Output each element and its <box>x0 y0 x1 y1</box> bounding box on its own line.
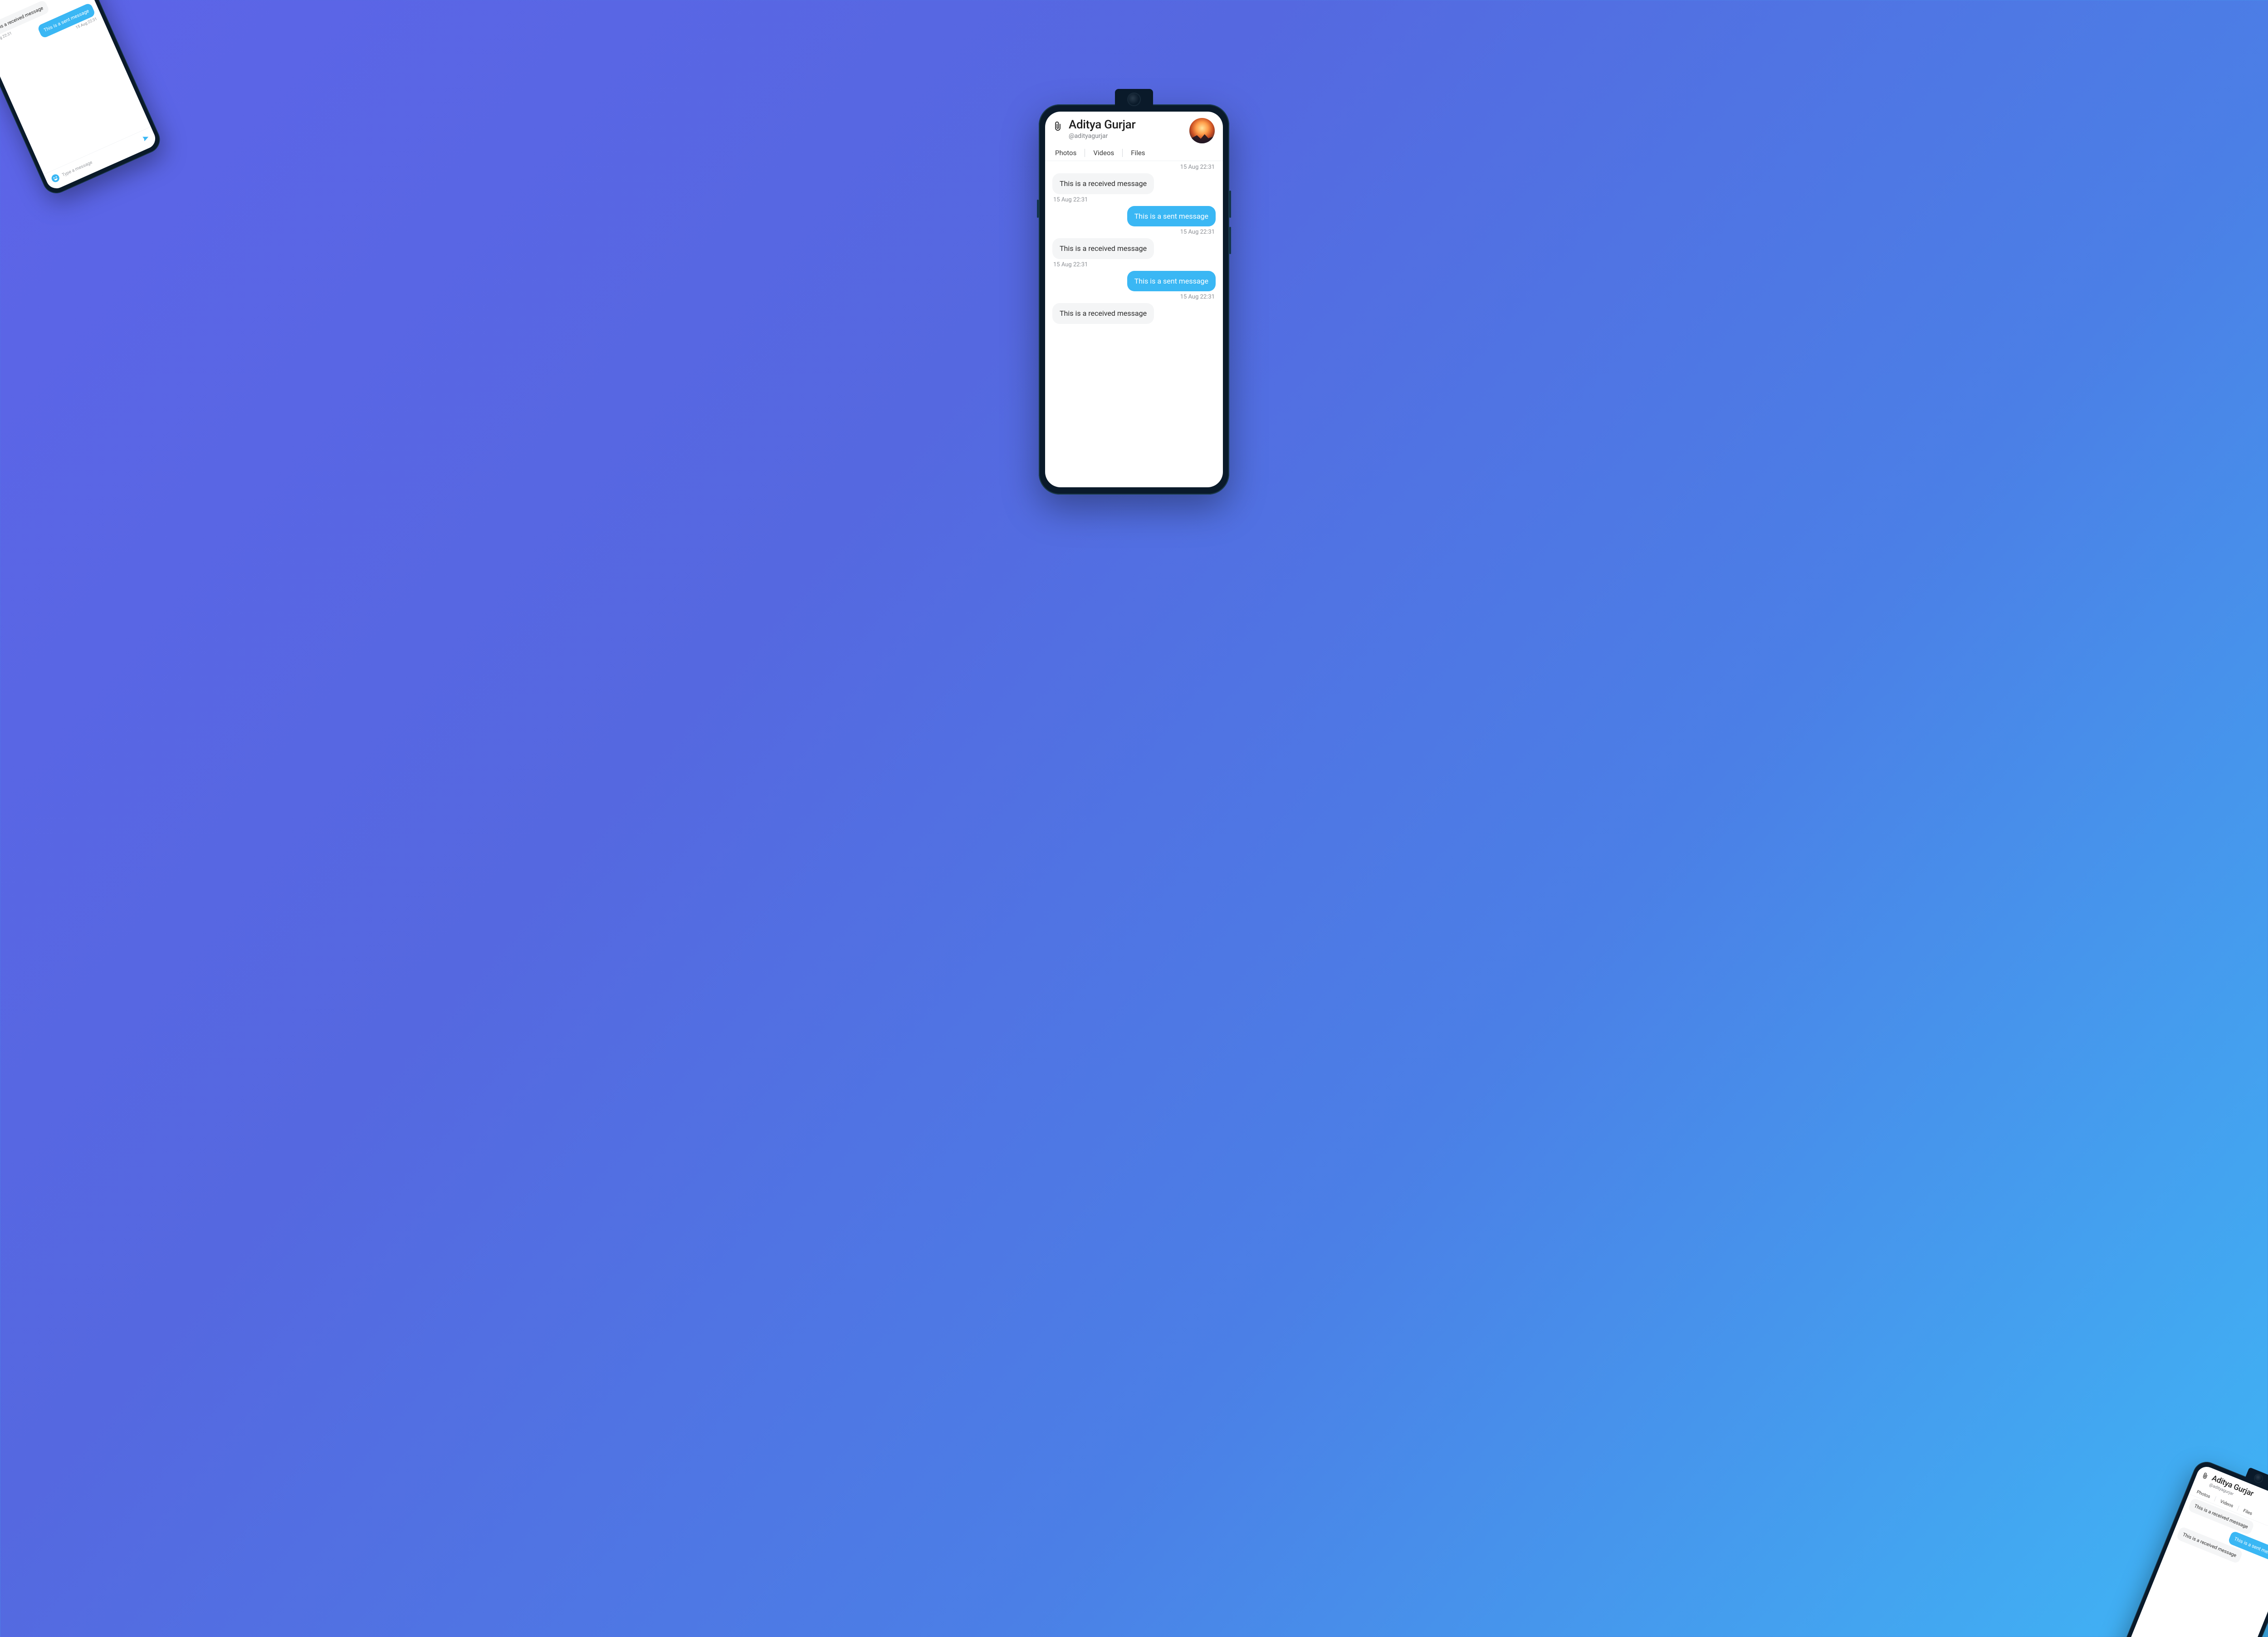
message-timestamp: 15 Aug 22:31 <box>1053 196 1088 203</box>
tab-separator <box>1122 149 1123 157</box>
chat-header: Aditya Gurjar @adityagurjar Photos Video… <box>1045 112 1223 161</box>
phone-left: This is a sent message15 Aug 22:31This i… <box>0 0 164 198</box>
message-timestamp: 15 Aug 22:31 <box>1180 229 1215 235</box>
emoji-icon[interactable] <box>50 173 61 183</box>
tab-separator <box>2237 1505 2239 1510</box>
phone-screen: This is a sent message15 Aug 22:31This i… <box>0 0 158 191</box>
tab-files[interactable]: Files <box>1129 149 1147 157</box>
message-bubble[interactable]: This is a received message <box>1052 303 1154 324</box>
phone-right: Aditya Gurjar @adityagurjar Photos Video… <box>2102 1458 2268 1637</box>
message-bubble[interactable]: This is a received message <box>1052 173 1154 194</box>
phone-screen: Aditya Gurjar @adityagurjar Photos Video… <box>2108 1464 2268 1637</box>
phone-screen: Aditya Gurjar @adityagurjar Photos Video… <box>1045 112 1223 487</box>
message-bubble[interactable]: This is a sent message <box>1127 206 1216 227</box>
message-received: This is a received message <box>1052 303 1154 324</box>
send-icon[interactable] <box>141 133 151 142</box>
avatar[interactable] <box>1189 118 1215 143</box>
phone-side-button <box>1229 191 1231 218</box>
chat-header-titles: Aditya Gurjar @adityagurjar <box>1069 118 1183 140</box>
phone-center: Aditya Gurjar @adityagurjar Photos Video… <box>1039 104 1229 495</box>
phone-side-button <box>1037 200 1039 218</box>
phone-side-button <box>1229 227 1231 254</box>
paperclip-icon[interactable] <box>1053 121 1062 133</box>
phone-camera-popup <box>1115 89 1153 107</box>
message-bubble[interactable]: This is a received message <box>1052 238 1154 259</box>
message-sent: This is a sent message 15 Aug 22:31 <box>1127 206 1216 236</box>
tab-photos[interactable]: Photos <box>1053 149 1078 157</box>
message-timestamp: 15 Aug 22:31 <box>1053 261 1088 268</box>
message-list-center[interactable]: 15 Aug 22:31 This is a received message 15… <box>1045 161 1223 487</box>
tab-videos[interactable]: Videos <box>1091 149 1116 157</box>
message-sent: This is a sent message 15 Aug 22:31 <box>1127 271 1216 301</box>
tab-files[interactable]: Files <box>2241 1507 2254 1517</box>
chat-contact-name: Aditya Gurjar <box>1069 118 1183 132</box>
message-timestamp: 15 Aug 22:31 <box>1180 294 1215 300</box>
message-timestamp: 15 Aug 22:31 <box>1180 164 1215 171</box>
paperclip-icon[interactable] <box>2201 1471 2209 1481</box>
message-received: This is a received message 15 Aug 22:31 <box>1052 173 1154 203</box>
chat-contact-handle: @adityagurjar <box>1069 132 1183 140</box>
tab-separator <box>2214 1496 2216 1501</box>
chat-tabs: Photos Videos Files <box>1053 149 1215 157</box>
message-bubble[interactable]: This is a sent message <box>1127 271 1216 292</box>
message-received: This is a received message 15 Aug 22:31 <box>1052 238 1154 268</box>
message-sent: This is a sent message15 Aug 22:31 <box>20 0 81 5</box>
